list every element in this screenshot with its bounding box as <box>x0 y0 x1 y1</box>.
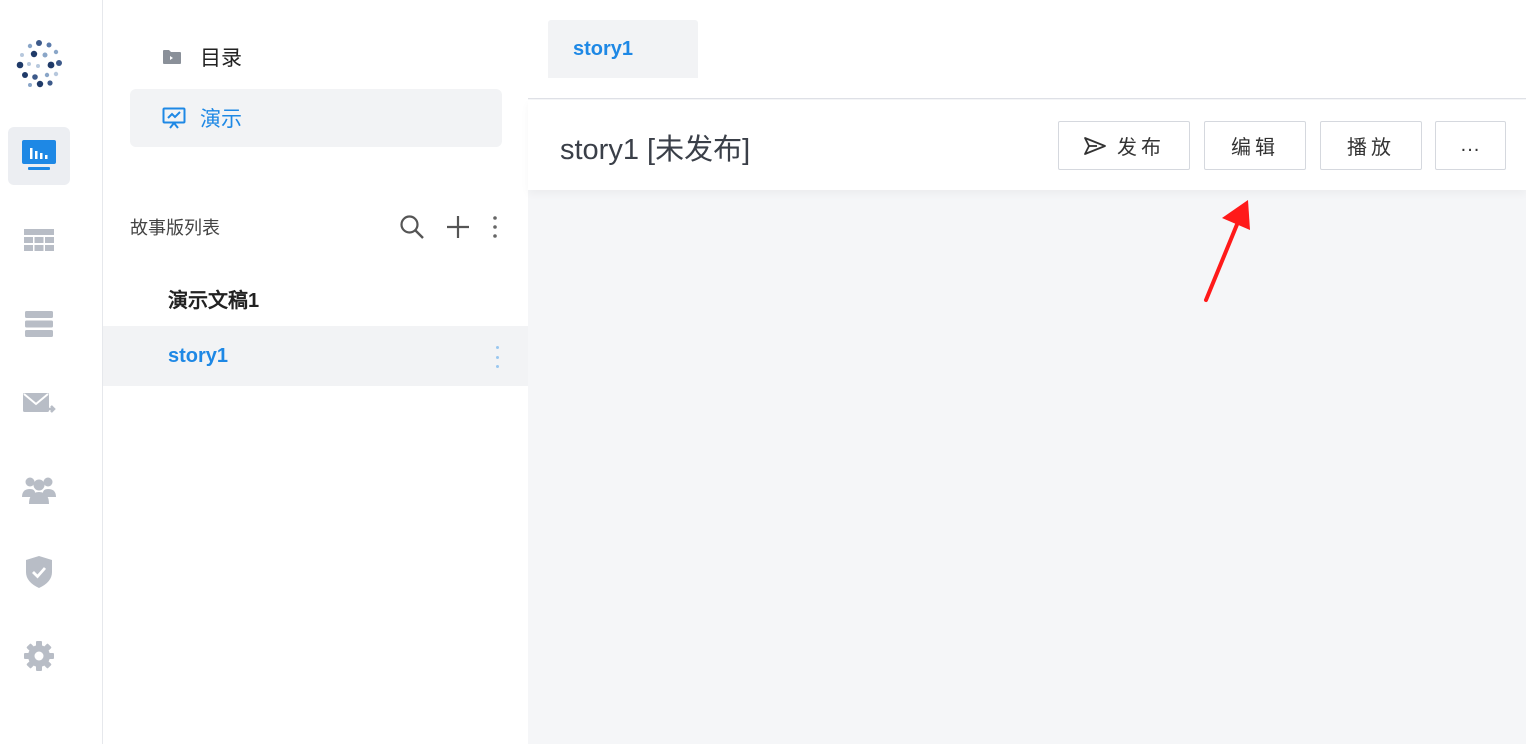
list-tools <box>396 211 502 243</box>
storyboard-item-label: story1 <box>168 344 229 367</box>
mail-forward-icon <box>22 390 56 418</box>
icon-rail <box>0 0 103 744</box>
nav-item-presentation[interactable]: 演示 <box>130 89 502 147</box>
search-icon[interactable] <box>396 211 428 243</box>
storyboard-item-label: 演示文稿1 <box>168 289 260 312</box>
gear-icon <box>23 640 55 672</box>
rail-item-users[interactable] <box>8 460 70 518</box>
send-icon <box>1083 136 1107 156</box>
nav-item-catalog-label: 目录 <box>200 47 242 70</box>
page-title: story1 [未发布] <box>560 134 751 166</box>
nav-item-presentation-label: 演示 <box>200 108 242 131</box>
storyboard-sidebar: 目录 演示 故事版列表 演示文稿1 story1 <box>103 0 528 744</box>
annotation-arrow-icon <box>1192 196 1262 304</box>
more-vertical-icon[interactable] <box>488 211 502 243</box>
rail-item-table[interactable] <box>8 212 70 270</box>
nav-item-catalog[interactable]: 目录 <box>130 28 502 86</box>
brand-logo-icon[interactable] <box>8 30 70 96</box>
rail-item-settings[interactable] <box>8 627 70 685</box>
storyboard-list-item-selected[interactable]: story1 <box>103 326 528 386</box>
app-root: 目录 演示 故事版列表 演示文稿1 story1 story1 story1 [… <box>0 0 1526 744</box>
plus-icon[interactable] <box>442 211 474 243</box>
more-button[interactable]: ... <box>1435 121 1506 170</box>
storyboard-list-header: 故事版列表 <box>130 208 502 246</box>
play-button[interactable]: 播放 <box>1320 121 1422 170</box>
tab-story[interactable]: story1 <box>548 20 698 78</box>
publish-button-label: 发布 <box>1117 137 1165 159</box>
rail-item-presentation[interactable] <box>8 127 70 185</box>
stacked-layers-icon <box>23 308 55 340</box>
row-more-icon[interactable] <box>492 346 502 368</box>
rail-item-mail[interactable] <box>8 375 70 433</box>
table-grid-icon <box>23 227 55 255</box>
storyboard-list-title: 故事版列表 <box>130 218 220 238</box>
users-group-icon <box>21 473 57 505</box>
folder-icon <box>162 49 188 65</box>
main-panel: story1 story1 [未发布] 发布 编辑 播放 ... <box>528 0 1526 744</box>
story-toolbar: story1 [未发布] 发布 编辑 播放 ... <box>528 100 1526 190</box>
edit-button[interactable]: 编辑 <box>1204 121 1306 170</box>
rail-item-security[interactable] <box>8 543 70 601</box>
rail-item-layers[interactable] <box>8 295 70 353</box>
publish-button[interactable]: 发布 <box>1058 121 1190 170</box>
presentation-monitor-icon <box>21 139 57 173</box>
storyboard-list-item[interactable]: 演示文稿1 <box>103 268 528 328</box>
presentation-icon <box>162 107 188 129</box>
tab-bar: story1 <box>528 0 1526 99</box>
shield-check-icon <box>24 555 54 589</box>
